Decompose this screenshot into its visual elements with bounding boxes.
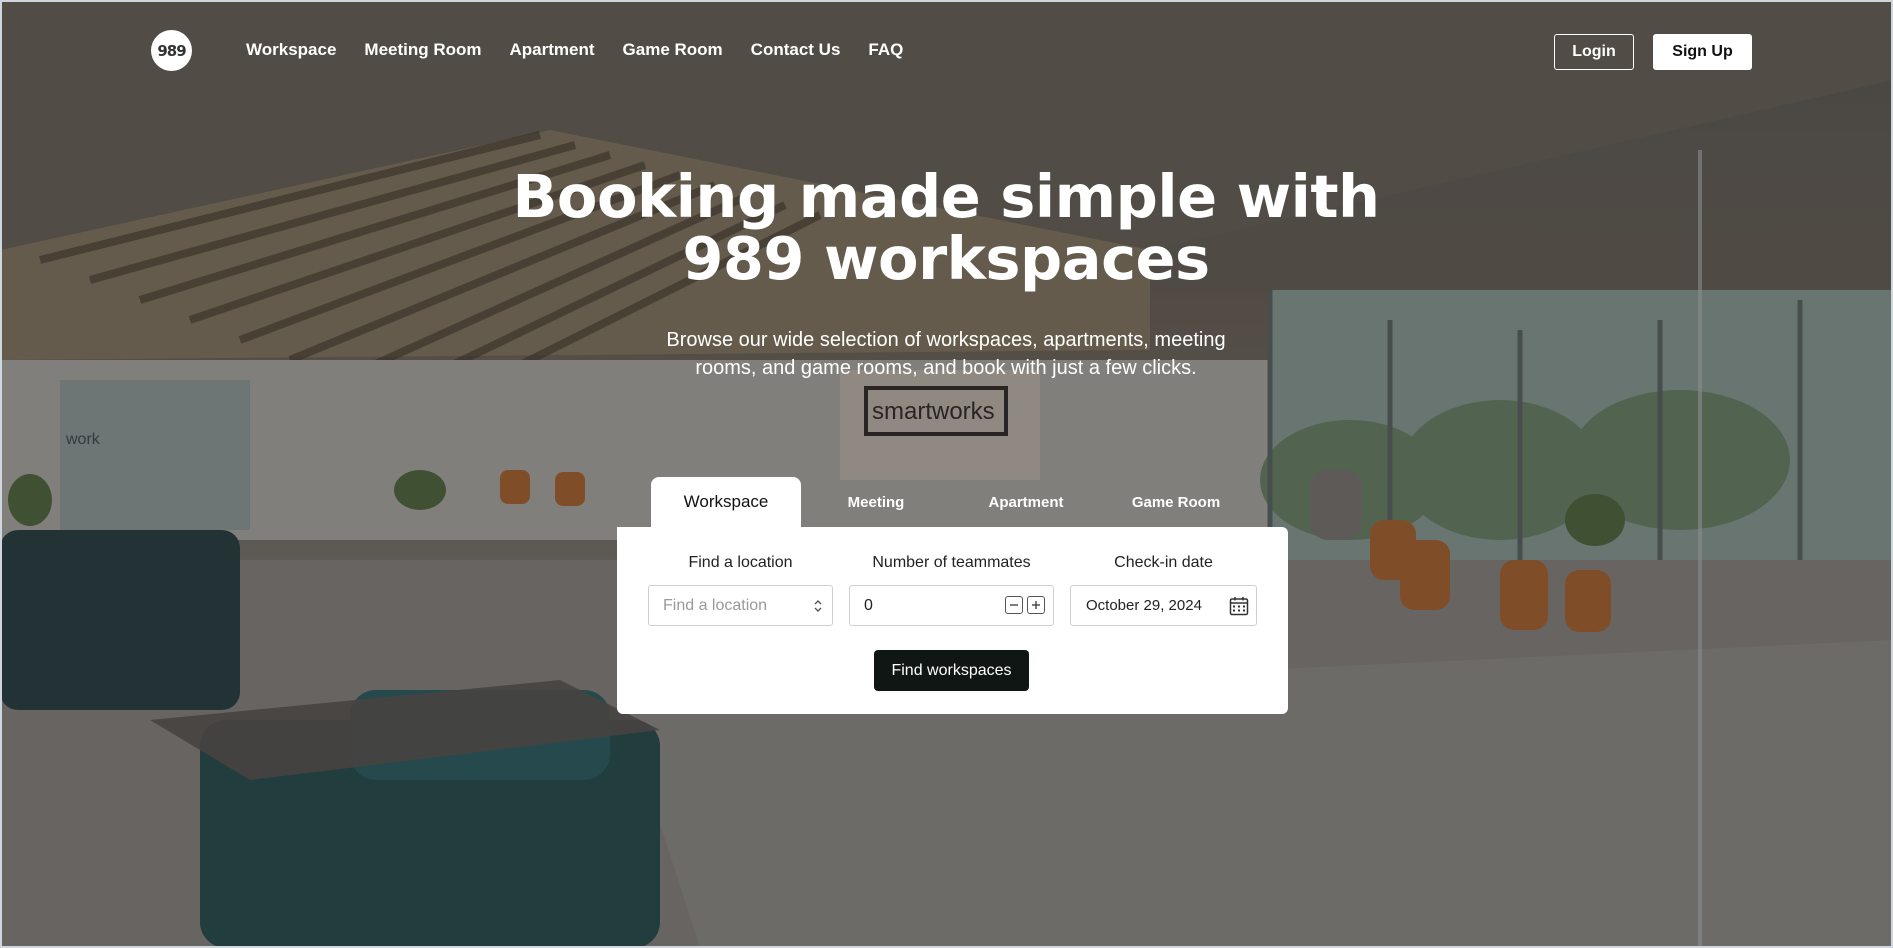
nav-link-meeting-room[interactable]: Meeting Room xyxy=(364,40,481,60)
nav-link-workspace[interactable]: Workspace xyxy=(246,40,336,60)
brand-logo-text: 989 xyxy=(157,41,186,60)
calendar-icon[interactable] xyxy=(1229,596,1249,616)
location-placeholder: Find a location xyxy=(663,596,768,614)
hero-subtitle-line-1: Browse our wide selection of workspaces,… xyxy=(666,329,1226,351)
checkin-label: Check-in date xyxy=(1114,554,1213,571)
teammates-stepper[interactable]: 0 xyxy=(849,585,1054,626)
hero-title-line-2: 989 workspaces xyxy=(682,224,1210,293)
find-workspaces-button[interactable]: Find workspaces xyxy=(874,650,1029,691)
login-button[interactable]: Login xyxy=(1554,34,1634,70)
checkin-date-field[interactable]: October 29, 2024 xyxy=(1070,585,1257,626)
booking-type-tabs: Workspace Meeting Apartment Game Room xyxy=(651,477,1251,527)
hero-title: Booking made simple with 989 workspaces xyxy=(446,166,1446,290)
nav-link-faq[interactable]: FAQ xyxy=(868,40,903,60)
minus-square-icon[interactable] xyxy=(1005,596,1023,614)
brand-logo[interactable]: 989 xyxy=(151,30,192,71)
plus-square-icon[interactable] xyxy=(1027,596,1045,614)
nav-links: Workspace Meeting Room Apartment Game Ro… xyxy=(246,40,903,60)
top-navigation: 989 Workspace Meeting Room Apartment Gam… xyxy=(0,0,1893,104)
nav-link-contact-us[interactable]: Contact Us xyxy=(751,40,841,60)
tab-workspace[interactable]: Workspace xyxy=(651,477,801,527)
location-select[interactable]: Find a location xyxy=(648,585,833,626)
chevron-up-down-icon xyxy=(814,600,822,612)
nav-link-apartment[interactable]: Apartment xyxy=(510,40,595,60)
teammates-label: Number of teammates xyxy=(872,554,1031,571)
search-card: Find a location Number of teammates Chec… xyxy=(617,527,1288,714)
tab-game-room[interactable]: Game Room xyxy=(1101,477,1251,527)
teammates-value: 0 xyxy=(864,596,873,614)
tab-apartment[interactable]: Apartment xyxy=(951,477,1101,527)
nav-link-game-room[interactable]: Game Room xyxy=(623,40,723,60)
tab-meeting[interactable]: Meeting xyxy=(801,477,951,527)
signup-button[interactable]: Sign Up xyxy=(1653,34,1752,70)
hero-subtitle: Browse our wide selection of workspaces,… xyxy=(646,326,1246,382)
location-label: Find a location xyxy=(688,554,793,571)
checkin-date-value: October 29, 2024 xyxy=(1086,597,1202,614)
hero-dark-overlay xyxy=(0,0,1893,948)
hero-subtitle-line-2: rooms, and game rooms, and book with jus… xyxy=(695,357,1197,379)
hero-title-line-1: Booking made simple with xyxy=(512,162,1380,231)
